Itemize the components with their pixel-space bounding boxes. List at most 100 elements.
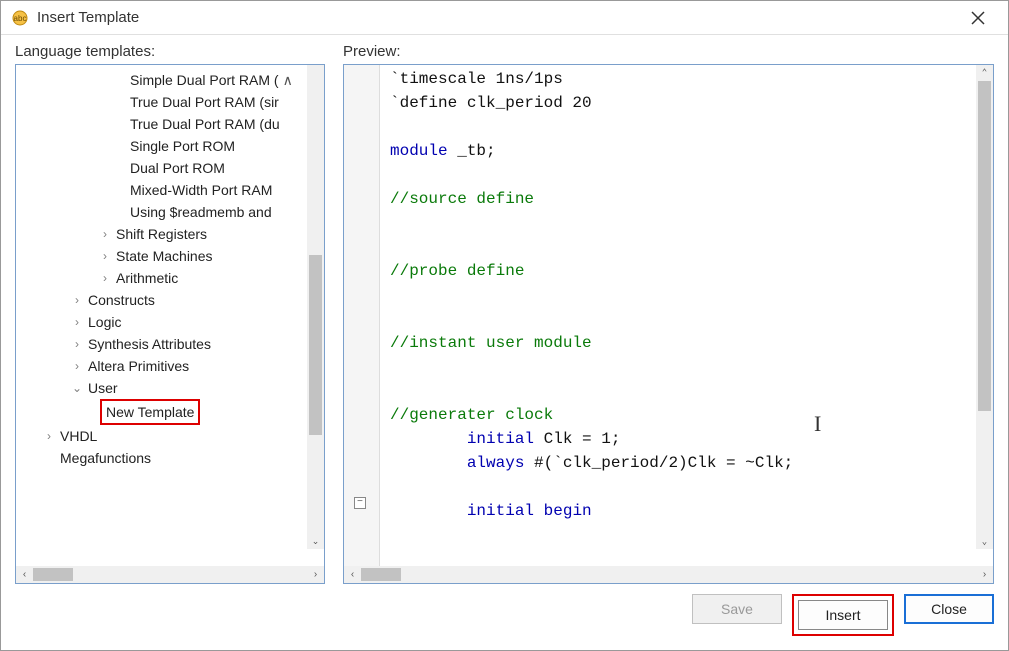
tree-item[interactable]: True Dual Port RAM (sir (20, 91, 320, 113)
insert-highlight: Insert (792, 594, 894, 636)
tree-item-label: Shift Registers (116, 223, 207, 245)
tree-item-label: True Dual Port RAM (sir (130, 91, 279, 113)
preview-container: − `timescale 1ns/1ps `define clk_period … (343, 64, 994, 584)
preview-vertical-scrollbar[interactable]: ⌃ ⌄ (976, 65, 993, 549)
tree-item-label: Single Port ROM (130, 135, 235, 157)
close-button[interactable]: Close (904, 594, 994, 624)
chevron-right-icon[interactable]: › (70, 311, 84, 333)
tree-item-label: Synthesis Attributes (88, 333, 211, 355)
tree-item-vhdl[interactable]: ›VHDL (20, 425, 320, 447)
tree-item[interactable]: ›Arithmetic (20, 267, 320, 289)
tree-item[interactable]: ›Logic (20, 311, 320, 333)
language-templates-label: Language templates: (15, 43, 325, 60)
code-text: `define clk_period 20 (390, 94, 592, 112)
code-keyword: module (390, 142, 448, 160)
scroll-right-icon[interactable]: › (976, 566, 993, 583)
scroll-up-caret-icon[interactable]: ∧ (283, 69, 293, 91)
code-body[interactable]: `timescale 1ns/1ps `define clk_period 20… (380, 65, 993, 566)
code-text: _tb; (448, 142, 496, 160)
scroll-right-icon[interactable]: › (307, 566, 324, 583)
tree-item-label: State Machines (116, 245, 213, 267)
tree-item[interactable]: ›Shift Registers (20, 223, 320, 245)
svg-text:abc: abc (14, 14, 27, 23)
code-keyword: always (467, 454, 525, 472)
insert-template-dialog: abc Insert Template Language templates: … (0, 0, 1009, 651)
language-templates-pane: Language templates: Simple Dual Port RAM… (15, 43, 325, 584)
chevron-right-icon[interactable]: › (42, 425, 56, 447)
templates-tree-container: Simple Dual Port RAM (∧ True Dual Port R… (15, 64, 325, 584)
save-button[interactable]: Save (692, 594, 782, 624)
tree-item-label: VHDL (60, 425, 97, 447)
dialog-title: Insert Template (37, 9, 958, 26)
tree-vertical-scrollbar[interactable]: ⌄ (307, 65, 324, 549)
code-text: `timescale 1ns/1ps (390, 70, 563, 88)
scrollbar-thumb[interactable] (361, 568, 401, 581)
tree-item-user[interactable]: ⌄User (20, 377, 320, 399)
chevron-right-icon[interactable]: › (70, 289, 84, 311)
close-icon[interactable] (958, 3, 998, 33)
scroll-down-icon[interactable]: ⌄ (310, 536, 321, 547)
tree-item[interactable]: Using $readmemb and (20, 201, 320, 223)
scroll-down-icon[interactable]: ⌄ (979, 536, 990, 547)
tree-item[interactable]: ›Altera Primitives (20, 355, 320, 377)
tree-item-label: Dual Port ROM (130, 157, 225, 179)
content-area: Language templates: Simple Dual Port RAM… (1, 35, 1008, 584)
scrollbar-thumb[interactable] (309, 255, 322, 435)
tree-item-label: Altera Primitives (88, 355, 189, 377)
tree-item-megafunctions[interactable]: Megafunctions (20, 447, 320, 469)
chevron-down-icon[interactable]: ⌄ (70, 377, 84, 399)
button-row: Save Insert Close (1, 584, 1008, 650)
chevron-right-icon[interactable]: › (70, 333, 84, 355)
code-text: #(`clk_period/2)Clk = ~Clk; (524, 454, 793, 472)
tree-item-label: Using $readmemb and (130, 201, 272, 223)
app-icon: abc (11, 9, 29, 27)
tree-item[interactable]: Dual Port ROM (20, 157, 320, 179)
tree-item[interactable]: ›Constructs (20, 289, 320, 311)
code-text: Clk = 1; (534, 430, 620, 448)
tree-item-label: Arithmetic (116, 267, 178, 289)
titlebar: abc Insert Template (1, 1, 1008, 35)
preview-horizontal-scrollbar[interactable]: ‹ › (344, 566, 993, 583)
chevron-right-icon[interactable]: › (98, 223, 112, 245)
fold-minus-icon[interactable]: − (354, 497, 366, 509)
code-comment: //probe define (390, 262, 524, 280)
insert-button[interactable]: Insert (798, 600, 888, 630)
tree-item-label: Megafunctions (60, 447, 151, 469)
chevron-right-icon[interactable]: › (98, 267, 112, 289)
code-editor[interactable]: − `timescale 1ns/1ps `define clk_period … (344, 65, 993, 566)
code-gutter: − (344, 65, 380, 566)
tree-item[interactable]: True Dual Port RAM (du (20, 113, 320, 135)
tree-item-label: Logic (88, 311, 121, 333)
preview-label: Preview: (343, 43, 994, 60)
templates-tree[interactable]: Simple Dual Port RAM (∧ True Dual Port R… (16, 65, 324, 473)
chevron-right-icon[interactable]: › (70, 355, 84, 377)
tree-item-label: Mixed-Width Port RAM (130, 179, 272, 201)
tree-item-label: New Template (106, 404, 194, 420)
tree-item[interactable]: Single Port ROM (20, 135, 320, 157)
code-keyword: begin (534, 502, 592, 520)
tree-item[interactable]: Simple Dual Port RAM (∧ (20, 69, 320, 91)
code-comment: //instant user module (390, 334, 592, 352)
tree-item[interactable]: Mixed-Width Port RAM (20, 179, 320, 201)
scroll-up-icon[interactable]: ⌃ (979, 67, 990, 78)
tree-item[interactable]: ›Synthesis Attributes (20, 333, 320, 355)
code-comment: //generater clock (390, 406, 553, 424)
code-comment: //source define (390, 190, 534, 208)
preview-pane: Preview: − `timescale 1ns/1ps `define cl… (343, 43, 994, 584)
tree-item-label: Simple Dual Port RAM ( (130, 69, 279, 91)
scrollbar-thumb[interactable] (978, 81, 991, 411)
templates-tree-scroll[interactable]: Simple Dual Port RAM (∧ True Dual Port R… (16, 65, 324, 566)
chevron-right-icon[interactable]: › (98, 245, 112, 267)
tree-item-new-template[interactable]: New Template (20, 399, 320, 425)
tree-horizontal-scrollbar[interactable]: ‹ › (16, 566, 324, 583)
scroll-left-icon[interactable]: ‹ (16, 566, 33, 583)
tree-item[interactable]: ›State Machines (20, 245, 320, 267)
scrollbar-thumb[interactable] (33, 568, 73, 581)
scroll-left-icon[interactable]: ‹ (344, 566, 361, 583)
code-keyword: initial (467, 502, 534, 520)
tree-item-label: True Dual Port RAM (du (130, 113, 280, 135)
code-keyword: initial (467, 430, 534, 448)
tree-item-label: User (88, 377, 118, 399)
text-cursor-icon: I (814, 412, 821, 436)
new-template-highlight: New Template (100, 399, 200, 425)
